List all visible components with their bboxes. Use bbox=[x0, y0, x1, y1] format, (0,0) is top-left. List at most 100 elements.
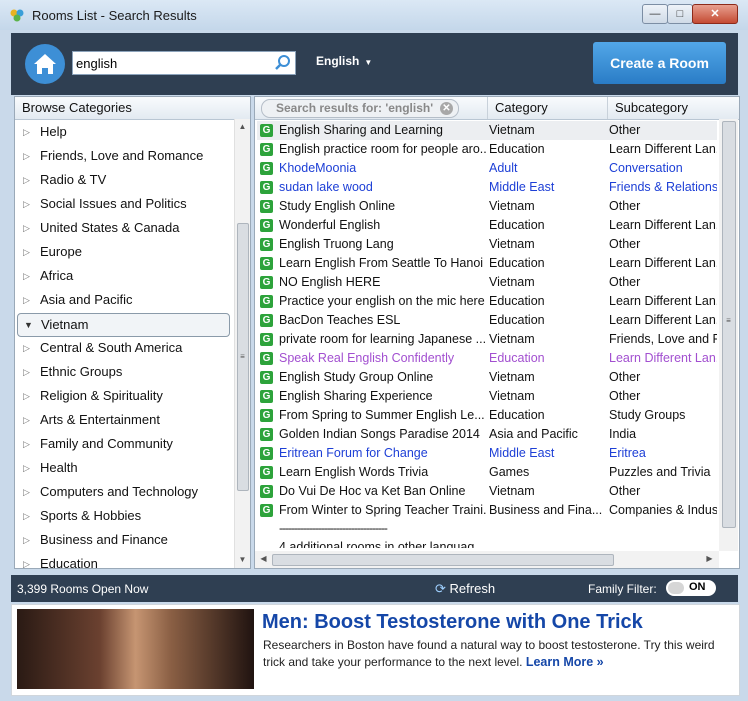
room-category: Asia and Pacific bbox=[489, 427, 578, 441]
room-row[interactable]: G Eritrean Forum for Change Middle East Eri… bbox=[257, 444, 717, 463]
chevron-right-icon[interactable]: ▷ bbox=[23, 217, 30, 239]
family-filter-toggle[interactable]: ON bbox=[666, 580, 716, 596]
category-item[interactable]: ▼ Vietnam bbox=[17, 313, 230, 337]
create-room-button[interactable]: Create a Room bbox=[593, 42, 726, 84]
room-row[interactable]: G Learn English Words Trivia Games Puzzles … bbox=[257, 463, 717, 482]
search-icon[interactable] bbox=[274, 54, 292, 72]
chevron-right-icon[interactable]: ▷ bbox=[23, 289, 30, 311]
room-row[interactable]: G Learn English From Seattle To Hanoi Educ… bbox=[257, 254, 717, 273]
close-window-button[interactable]: ✕ bbox=[692, 4, 738, 24]
chevron-down-icon: ▼ bbox=[364, 58, 373, 67]
chevron-right-icon[interactable]: ▷ bbox=[23, 169, 30, 191]
chevron-right-icon[interactable]: ▷ bbox=[23, 145, 30, 167]
room-icon: G bbox=[260, 143, 273, 156]
room-row[interactable]: G From Winter to Spring Teacher Traini...… bbox=[257, 501, 717, 520]
room-row[interactable]: G KhodeMoonia Adult Conversation bbox=[257, 159, 717, 178]
chevron-right-icon[interactable]: ▷ bbox=[23, 409, 30, 431]
category-item[interactable]: ▷ United States & Canada bbox=[17, 217, 232, 239]
room-row[interactable]: G Wonderful English Education Learn Differe… bbox=[257, 216, 717, 235]
chevron-right-icon[interactable]: ▷ bbox=[23, 385, 30, 407]
room-row[interactable]: Gsudan lake wood Middle East Friends & Rel… bbox=[257, 178, 717, 197]
chevron-right-icon[interactable]: ▷ bbox=[23, 505, 30, 527]
category-item[interactable]: ▷ Central & South America bbox=[17, 337, 232, 359]
room-name: Do Vui De Hoc va Ket Ban Online bbox=[279, 484, 466, 498]
language-dropdown[interactable]: English ▼ bbox=[316, 54, 372, 68]
category-item[interactable]: ▷ Radio & TV bbox=[17, 169, 232, 191]
chevron-right-icon[interactable]: ▷ bbox=[23, 553, 30, 568]
scrollbar-thumb[interactable] bbox=[272, 554, 614, 566]
category-item[interactable]: ▷ Sports & Hobbies bbox=[17, 505, 232, 527]
category-item[interactable]: ▷ Education bbox=[17, 553, 232, 568]
results-scrollbar[interactable]: ≡ bbox=[719, 119, 738, 551]
category-item[interactable]: ▷ Friends, Love and Romance bbox=[17, 145, 232, 167]
room-category: Vietnam bbox=[489, 370, 535, 384]
room-row[interactable]: G Study English Online Vietnam Other bbox=[257, 197, 717, 216]
chevron-right-icon[interactable]: ▷ bbox=[23, 433, 30, 455]
room-row[interactable]: G English Study Group Online Vietnam Other bbox=[257, 368, 717, 387]
chevron-down-icon[interactable]: ▼ bbox=[24, 314, 33, 336]
category-item[interactable]: ▷ Religion & Spirituality bbox=[17, 385, 232, 407]
scroll-up-icon[interactable]: ▲ bbox=[235, 122, 250, 131]
room-row[interactable]: G Golden Indian Songs Paradise 2014 Asia a… bbox=[257, 425, 717, 444]
room-icon: G bbox=[260, 314, 273, 327]
clear-search-icon[interactable]: ✕ bbox=[440, 102, 453, 115]
scroll-left-icon[interactable]: ◀ bbox=[256, 554, 271, 563]
room-row[interactable]: G Practice your english on the mic here Ed… bbox=[257, 292, 717, 311]
more-rooms-text[interactable]: 4 additional rooms in other languag... bbox=[279, 540, 485, 548]
room-row[interactable]: G English Sharing Experience Vietnam Other bbox=[257, 387, 717, 406]
room-subcategory: India bbox=[609, 427, 637, 441]
category-label: Central & South America bbox=[40, 340, 183, 355]
chevron-right-icon[interactable]: ▷ bbox=[23, 481, 30, 503]
ad-photo[interactable] bbox=[17, 609, 254, 689]
category-item[interactable]: ▷ Ethnic Groups bbox=[17, 361, 232, 383]
chevron-right-icon[interactable]: ▷ bbox=[23, 457, 30, 479]
chevron-right-icon[interactable]: ▷ bbox=[23, 361, 30, 383]
room-row[interactable]: G English Truong Lang Vietnam Other bbox=[257, 235, 717, 254]
chevron-right-icon[interactable]: ▷ bbox=[23, 265, 30, 287]
room-row[interactable]: G Do Vui De Hoc va Ket Ban Online Vietnam O… bbox=[257, 482, 717, 501]
category-item[interactable]: ▷ Help bbox=[17, 121, 232, 143]
room-row[interactable]: G From Spring to Summer English Le... Educ… bbox=[257, 406, 717, 425]
room-row[interactable]: G BacDon Teaches ESL Education Learn Differ… bbox=[257, 311, 717, 330]
ad-headline[interactable]: Men: Boost Testosterone with One Trick bbox=[262, 611, 643, 634]
column-header-category[interactable]: Category bbox=[487, 97, 606, 119]
category-item[interactable]: ▷ Computers and Technology bbox=[17, 481, 232, 503]
toggle-state: ON bbox=[689, 581, 706, 593]
category-item[interactable]: ▷ Social Issues and Politics bbox=[17, 193, 232, 215]
learn-more-link[interactable]: Learn More » bbox=[526, 655, 604, 669]
category-item[interactable]: ▷ Arts & Entertainment bbox=[17, 409, 232, 431]
category-item[interactable]: ▷ Family and Community bbox=[17, 433, 232, 455]
ad-banner[interactable]: Men: Boost Testosterone with One Trick R… bbox=[11, 604, 740, 696]
room-row[interactable]: G Speak Real English Confidently Education… bbox=[257, 349, 717, 368]
room-subcategory: Friends, Love and R bbox=[609, 332, 717, 346]
room-category: Business and Fina... bbox=[489, 503, 603, 517]
scroll-right-icon[interactable]: ▶ bbox=[702, 554, 717, 563]
chevron-right-icon[interactable]: ▷ bbox=[23, 337, 30, 359]
room-row[interactable]: G English practice room for people aro...… bbox=[257, 140, 717, 159]
chevron-right-icon[interactable]: ▷ bbox=[23, 241, 30, 263]
home-button[interactable] bbox=[25, 44, 65, 84]
chevron-right-icon[interactable]: ▷ bbox=[23, 529, 30, 551]
room-icon: G bbox=[260, 428, 273, 441]
minimize-button[interactable]: — bbox=[642, 4, 668, 24]
chevron-right-icon[interactable]: ▷ bbox=[23, 193, 30, 215]
refresh-button[interactable]: ⟳ Refresh bbox=[435, 581, 495, 597]
column-header-subcategory[interactable]: Subcategory bbox=[607, 97, 720, 119]
categories-header: Browse Categories bbox=[15, 97, 250, 120]
toggle-knob bbox=[668, 582, 684, 594]
maximize-button[interactable]: □ bbox=[667, 4, 693, 24]
search-input[interactable] bbox=[76, 54, 266, 72]
grip-icon: ≡ bbox=[726, 316, 731, 325]
chevron-right-icon[interactable]: ▷ bbox=[23, 121, 30, 143]
category-item[interactable]: ▷ Health bbox=[17, 457, 232, 479]
category-item[interactable]: ▷ Asia and Pacific bbox=[17, 289, 232, 311]
room-row[interactable]: G English Sharing and Learning Vietnam Othe… bbox=[257, 121, 717, 140]
category-item[interactable]: ▷ Europe bbox=[17, 241, 232, 263]
room-row[interactable]: G NO English HERE Vietnam Other bbox=[257, 273, 717, 292]
categories-scrollbar[interactable]: ▲ ≡ ▼ bbox=[234, 119, 250, 568]
scroll-down-icon[interactable]: ▼ bbox=[235, 555, 250, 564]
category-item[interactable]: ▷ Business and Finance bbox=[17, 529, 232, 551]
results-horizontal-scrollbar[interactable]: ◀ ▶ bbox=[255, 551, 719, 568]
category-item[interactable]: ▷ Africa bbox=[17, 265, 232, 287]
room-row[interactable]: Gprivate room for learning Japanese ... V… bbox=[257, 330, 717, 349]
